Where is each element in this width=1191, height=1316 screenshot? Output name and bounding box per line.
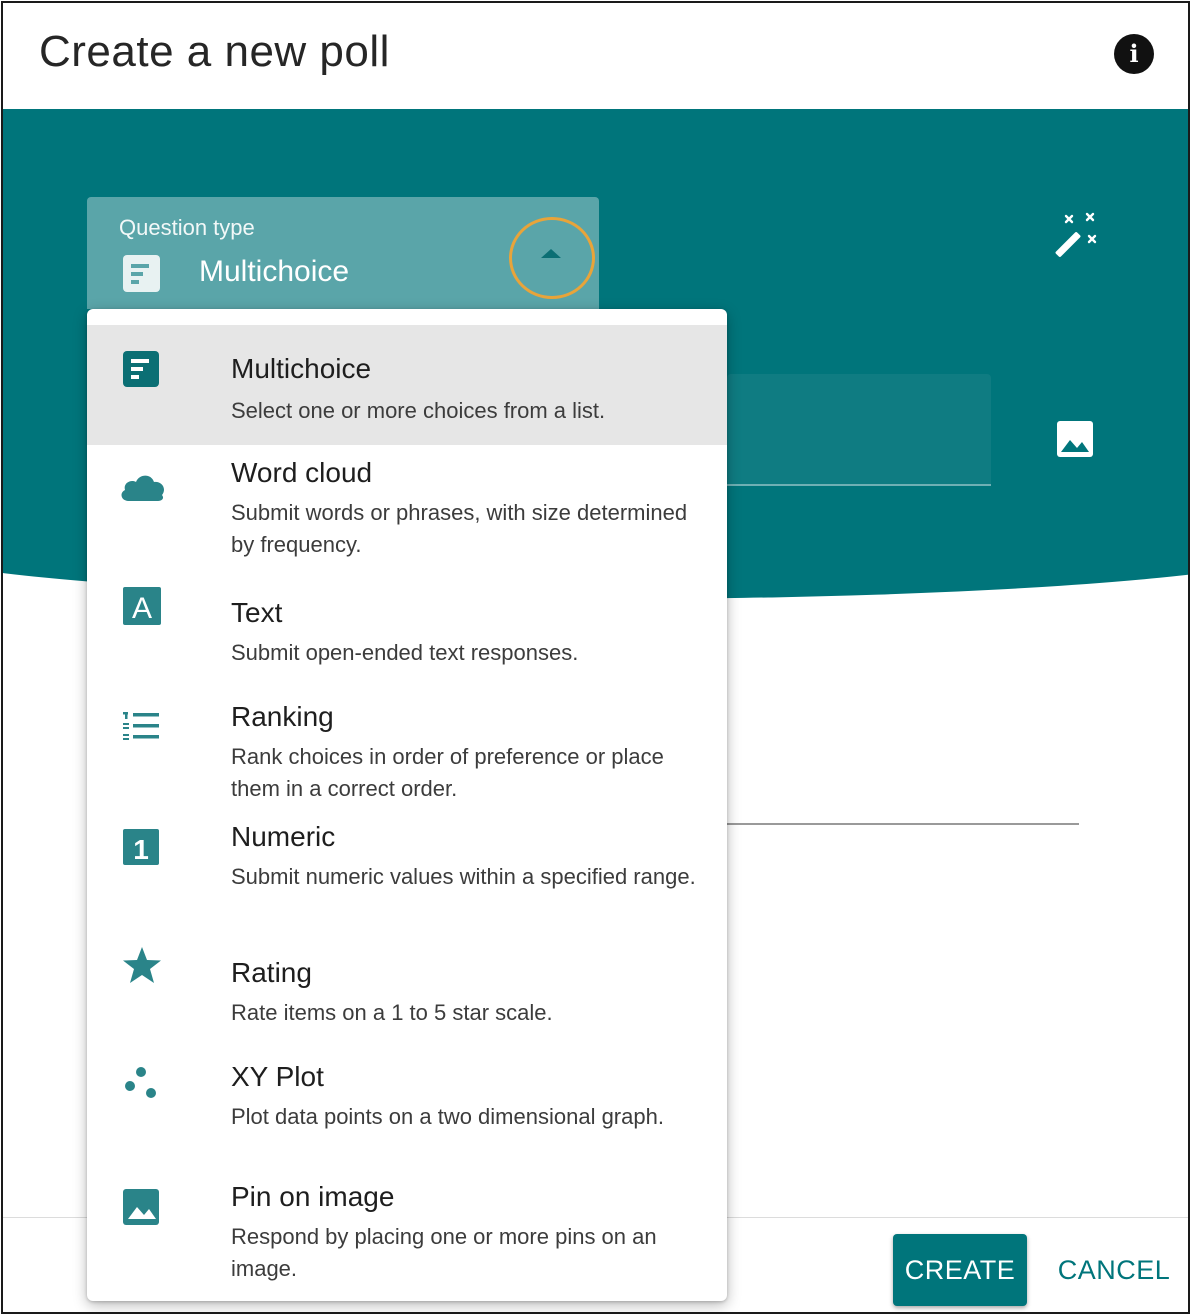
question-type-select[interactable]: Question type Multichoice xyxy=(87,197,599,309)
numeric-icon: 1 xyxy=(121,827,163,869)
caret-up-icon[interactable] xyxy=(541,249,561,258)
question-type-value: Multichoice xyxy=(199,255,350,288)
menu-item-title: Text xyxy=(231,597,283,628)
dialog-title: Create a new poll xyxy=(39,27,390,76)
field-underline xyxy=(727,823,1079,825)
menu-item-desc: Select one or more choices from a list. xyxy=(231,398,606,423)
menu-item-desc: Rate items on a 1 to 5 star scale. xyxy=(231,1000,553,1025)
menu-item-desc: Submit words or phrases, with size deter… xyxy=(231,500,688,557)
magic-wand-icon[interactable] xyxy=(1049,211,1099,261)
cancel-button[interactable]: CANCEL xyxy=(1043,1234,1185,1306)
menu-item-title: Multichoice xyxy=(231,353,372,384)
cloud-icon xyxy=(117,465,169,507)
numeric-icon-glyph: 1 xyxy=(133,834,149,865)
caret-highlight-ring xyxy=(509,217,595,299)
menu-item-title: Numeric xyxy=(231,821,336,852)
menu-item-text[interactable]: A Text Submit open-ended text responses. xyxy=(87,575,727,695)
menu-item-title: XY Plot xyxy=(231,1061,324,1092)
create-poll-dialog: Create a new poll i Question type Multic… xyxy=(1,1,1190,1314)
image-icon xyxy=(121,1187,163,1229)
menu-item-word-cloud[interactable]: Word cloud Submit words or phrases, with… xyxy=(87,445,727,575)
question-input-background[interactable] xyxy=(727,374,991,486)
text-icon: A xyxy=(121,585,163,627)
menu-item-xy-plot[interactable]: XY Plot Plot data points on a two dimens… xyxy=(87,1055,727,1175)
menu-item-title: Ranking xyxy=(231,701,334,732)
menu-item-desc: Plot data points on a two dimensional gr… xyxy=(231,1104,664,1129)
menu-item-multichoice[interactable]: Multichoice Select one or more choices f… xyxy=(87,325,727,445)
scatter-icon xyxy=(121,1065,163,1107)
menu-item-desc: Submit open-ended text responses. xyxy=(231,640,579,665)
dialog-header: Create a new poll i xyxy=(3,3,1188,109)
menu-item-numeric[interactable]: 1 Numeric Submit numeric values within a… xyxy=(87,815,727,945)
menu-item-desc: Submit numeric values within a specified… xyxy=(231,864,696,889)
image-icon[interactable] xyxy=(1055,419,1095,459)
multichoice-icon xyxy=(121,349,163,391)
create-button[interactable]: CREATE xyxy=(893,1234,1027,1306)
menu-item-desc: Rank choices in order of preference or p… xyxy=(231,744,664,801)
question-type-label: Question type xyxy=(119,215,255,240)
question-type-menu: Multichoice Select one or more choices f… xyxy=(87,309,727,1301)
menu-item-title: Pin on image xyxy=(231,1181,395,1212)
ranking-icon xyxy=(121,705,163,747)
info-glyph: i xyxy=(1129,39,1139,68)
menu-item-ranking[interactable]: Ranking Rank choices in order of prefere… xyxy=(87,695,727,815)
star-icon xyxy=(121,945,163,987)
menu-item-pin-on-image[interactable]: Pin on image Respond by placing one or m… xyxy=(87,1175,727,1295)
menu-item-title: Word cloud xyxy=(231,457,373,488)
multichoice-icon xyxy=(123,255,160,292)
text-icon-glyph: A xyxy=(132,592,152,625)
menu-item-desc: Respond by placing one or more pins on a… xyxy=(231,1224,657,1281)
info-icon[interactable]: i xyxy=(1114,34,1154,74)
menu-item-title: Rating xyxy=(231,957,312,988)
menu-item-rating[interactable]: Rating Rate items on a 1 to 5 star scale… xyxy=(87,945,727,1055)
